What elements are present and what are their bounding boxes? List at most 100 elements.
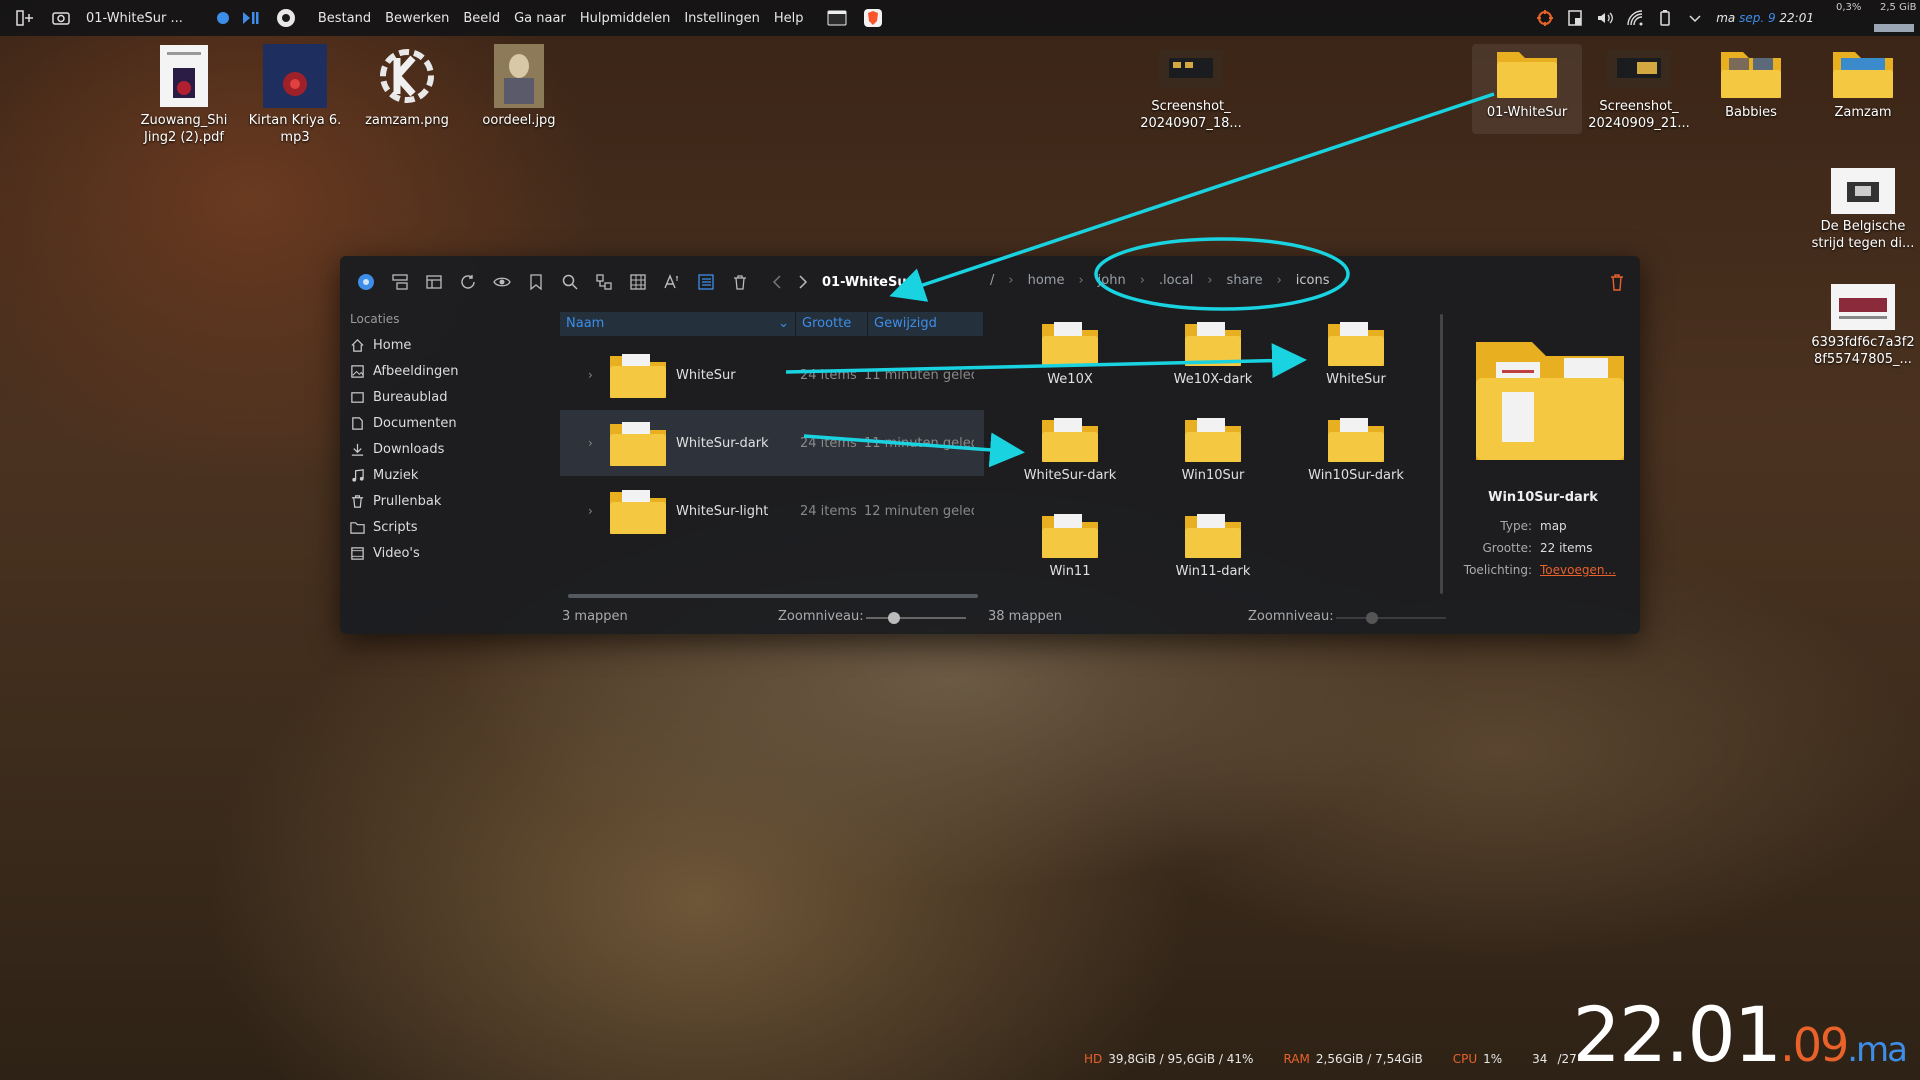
expand-chevron-icon[interactable]: ›: [588, 504, 608, 518]
desktop-icon-babbies[interactable]: Babbies: [1696, 44, 1806, 121]
grid-folder-label: Win10Sur-dark: [1308, 468, 1404, 483]
grid-folder[interactable]: We10X: [1000, 318, 1140, 387]
icons-view-icon[interactable]: [626, 270, 650, 294]
sidebar-item-home[interactable]: Home: [350, 332, 550, 358]
search-icon[interactable]: [558, 270, 582, 294]
menu-help[interactable]: Help: [767, 11, 811, 26]
back-icon[interactable]: [766, 270, 790, 294]
menu-bestand[interactable]: Bestand: [311, 11, 378, 26]
clipboard-icon[interactable]: [1566, 9, 1584, 27]
breadcrumb-separator: ›: [1276, 273, 1282, 288]
sidebar-item-documenten[interactable]: Documenten: [350, 410, 550, 436]
volume-icon[interactable]: [1596, 9, 1614, 27]
bookmark-icon[interactable]: [524, 270, 548, 294]
desktop-icon-zamzam-png[interactable]: zamzam.png: [352, 44, 462, 129]
battery-icon[interactable]: [1656, 9, 1674, 27]
play-pause-icon[interactable]: [239, 7, 261, 29]
breadcrumb-separator: ›: [1078, 273, 1084, 288]
app-menu-icon[interactable]: [275, 7, 297, 29]
preview-eye-icon[interactable]: [490, 270, 514, 294]
grid-folder[interactable]: WhiteSur-dark: [1000, 414, 1140, 483]
close-pane-trash-icon[interactable]: [1608, 272, 1626, 292]
refresh-icon[interactable]: [456, 270, 480, 294]
active-window-title[interactable]: 01-WhiteSur ...: [86, 11, 183, 26]
sidebar-item-scripts[interactable]: Scripts: [350, 514, 550, 540]
desktop-icon-mp3[interactable]: Kirtan Kriya 6. mp3: [240, 44, 350, 146]
slider-knob[interactable]: [1366, 612, 1378, 624]
breadcrumb-icons[interactable]: icons: [1296, 273, 1330, 288]
sidebar-item-downloads[interactable]: Downloads: [350, 436, 550, 462]
breadcrumb-local[interactable]: .local: [1159, 273, 1193, 288]
table-row[interactable]: › WhiteSur-light 24 items 12 minuten gel…: [560, 478, 984, 544]
sidebar-item-afbeeldingen[interactable]: Afbeeldingen: [350, 358, 550, 384]
breadcrumb-user[interactable]: john: [1098, 273, 1126, 288]
breadcrumb-share[interactable]: share: [1227, 273, 1263, 288]
menu-ga-naar[interactable]: Ga naar: [507, 11, 573, 26]
column-header-name[interactable]: Naam ⌄: [560, 312, 796, 336]
menu-bewerken[interactable]: Bewerken: [378, 11, 456, 26]
delete-icon[interactable]: [728, 270, 752, 294]
brave-browser-icon[interactable]: [862, 7, 884, 29]
folder-icon: [1042, 322, 1098, 366]
photo-folder-icon: [1721, 52, 1781, 98]
grid-folder[interactable]: We10X-dark: [1143, 318, 1283, 387]
split-view-icon[interactable]: [388, 270, 412, 294]
grid-folder-label: We10X-dark: [1173, 372, 1253, 387]
desktop-icon-01-whitesur[interactable]: 01-WhiteSur: [1472, 44, 1582, 134]
grid-folder[interactable]: Win11-dark: [1143, 510, 1283, 579]
current-folder-title[interactable]: 01-WhiteSur: [822, 275, 913, 290]
sidebar-item-label: Afbeeldingen: [373, 363, 459, 379]
expand-chevron-icon[interactable]: ›: [588, 436, 608, 450]
terminal-icon[interactable]: [826, 7, 848, 29]
slider-knob[interactable]: [888, 612, 900, 624]
desktop-icon-oordeel[interactable]: oordeel.jpg: [464, 44, 574, 129]
columns-view-icon[interactable]: [422, 270, 446, 294]
horizontal-scrollbar[interactable]: [568, 594, 978, 598]
breadcrumb-home[interactable]: home: [1028, 273, 1065, 288]
grid-folder[interactable]: Win10Sur: [1143, 414, 1283, 483]
desktop-icon-6393fdf[interactable]: 6393fdf6c7a3f2 8f55747805_...: [1808, 284, 1918, 368]
breadcrumb-root[interactable]: /: [990, 273, 994, 288]
table-row[interactable]: › WhiteSur 24 items 11 minuten geled: [560, 342, 984, 408]
system-monitor-mini[interactable]: 0,3% 2,5 GiB: [1830, 0, 1920, 36]
menu-hulpmiddelen[interactable]: Hulpmiddelen: [573, 11, 678, 26]
details-view-icon[interactable]: [694, 270, 718, 294]
column-header-size[interactable]: Grootte: [796, 312, 868, 336]
menu-instellingen[interactable]: Instellingen: [677, 11, 767, 26]
list-zoom-slider[interactable]: [866, 612, 966, 624]
record-indicator-icon[interactable]: [216, 12, 229, 24]
desktop-icon-screenshot-1[interactable]: Screenshot_ 20240907_18...: [1136, 44, 1246, 132]
sidebar-item-prullenbak[interactable]: Prullenbak: [350, 488, 550, 514]
window-menu-icon[interactable]: [354, 270, 378, 294]
update-notifier-icon[interactable]: [1536, 9, 1554, 27]
panel-clock[interactable]: ma sep. 9 22:01: [1716, 11, 1814, 25]
desktop-clock-widget: 22.01.09.ma: [1573, 990, 1908, 1079]
sidebar-item-label: Home: [373, 337, 412, 353]
chevron-down-icon[interactable]: [1686, 9, 1704, 27]
sidebar-item-bureaublad[interactable]: Bureaublad: [350, 384, 550, 410]
app-launcher-icon[interactable]: [14, 7, 36, 29]
info-size-label: Grootte:: [1482, 541, 1533, 555]
menu-beeld[interactable]: Beeld: [456, 11, 507, 26]
expand-chevron-icon[interactable]: ›: [588, 368, 608, 382]
desktop-icon-zamzam[interactable]: Zamzam: [1808, 44, 1918, 121]
vertical-scrollbar[interactable]: [1440, 314, 1443, 594]
sidebar-item-videos[interactable]: Video's: [350, 540, 550, 566]
grid-folder[interactable]: Win11: [1000, 510, 1140, 579]
desktop-icon-screenshot-2[interactable]: Screenshot_ 20240909_21...: [1584, 44, 1694, 132]
grid-folder[interactable]: Win10Sur-dark: [1286, 414, 1426, 483]
tree-view-icon[interactable]: [592, 270, 616, 294]
desktop-icon-pdf[interactable]: Zuowang_Shi Jing2 (2).pdf: [129, 44, 239, 146]
add-comment-link[interactable]: Toevoegen...: [1540, 563, 1616, 577]
forward-icon[interactable]: [790, 270, 814, 294]
cpu-mini-value: 0,3%: [1836, 2, 1862, 13]
table-row[interactable]: › WhiteSur-dark 24 items 11 minuten gele…: [560, 410, 984, 476]
network-icon[interactable]: [1626, 9, 1644, 27]
icons-zoom-slider[interactable]: [1336, 612, 1446, 624]
screenshot-icon[interactable]: [50, 7, 72, 29]
desktop-icon-belgische[interactable]: De Belgische strijd tegen di...: [1808, 168, 1918, 252]
grid-folder[interactable]: WhiteSur: [1286, 318, 1426, 387]
column-header-modified[interactable]: Gewijzigd: [868, 312, 984, 336]
sidebar-item-muziek[interactable]: Muziek: [350, 462, 550, 488]
rename-text-icon[interactable]: [660, 270, 684, 294]
